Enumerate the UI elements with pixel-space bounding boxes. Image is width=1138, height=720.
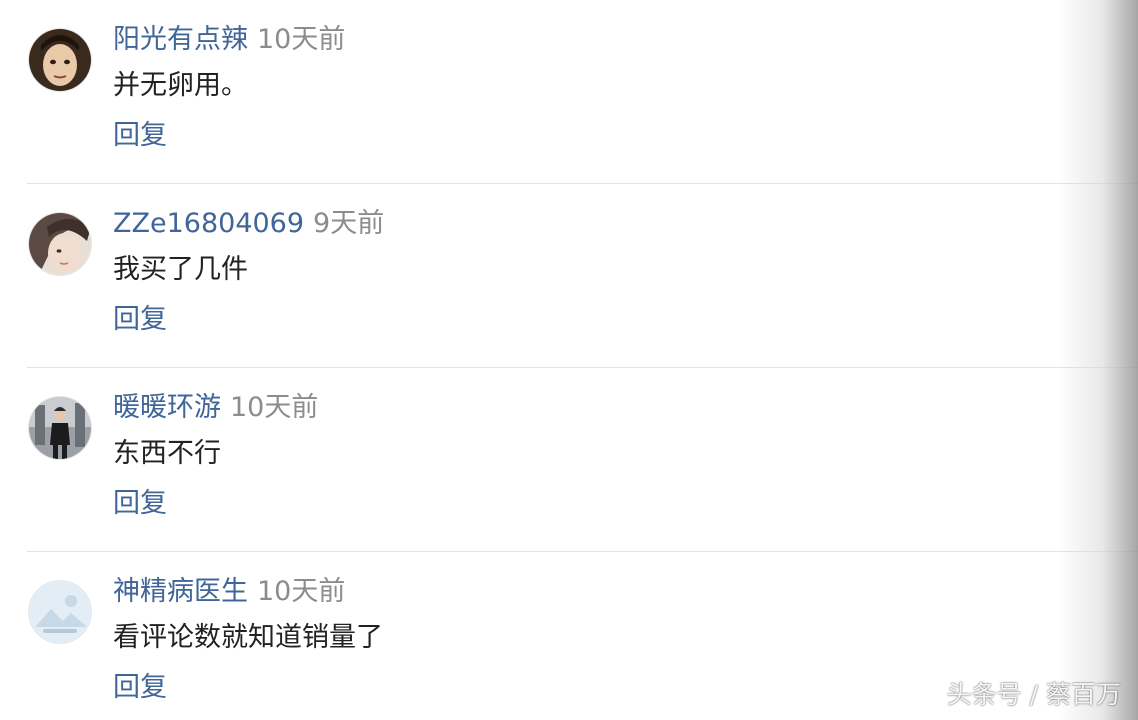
comment-text: 东西不行: [113, 438, 221, 469]
cartoon-face-avatar-icon: [29, 29, 91, 91]
username-link[interactable]: 暖暖环游: [113, 392, 221, 423]
avatar[interactable]: [29, 397, 91, 459]
watermark: 头条号 / 蔡百万: [946, 680, 1121, 709]
username-link[interactable]: 神精病医生: [113, 576, 248, 607]
comment-time: 10天前: [230, 392, 319, 423]
username-link[interactable]: 阳光有点辣: [113, 24, 248, 55]
comment-text: 看评论数就知道销量了: [113, 622, 383, 653]
comment-header: 暖暖环游 10天前: [113, 390, 318, 426]
comment-header: 神精病医生 10天前: [113, 574, 345, 610]
avatar[interactable]: [29, 581, 91, 643]
comment-header: 阳光有点辣 10天前: [113, 22, 345, 58]
comment-item: 阳光有点辣 10天前 并无卵用。 回复: [0, 0, 1138, 184]
avatar[interactable]: [29, 213, 91, 275]
comment-item: ZZe16804069 9天前 我买了几件 回复: [0, 184, 1138, 368]
comment-list: 阳光有点辣 10天前 并无卵用。 回复 ZZe16804069 9天前 我买了几件 …: [0, 0, 1138, 720]
reply-button[interactable]: 回复: [113, 486, 167, 522]
reply-button[interactable]: 回复: [113, 118, 167, 154]
reply-button[interactable]: 回复: [113, 670, 167, 706]
username-link[interactable]: ZZe16804069: [113, 208, 304, 239]
reply-button[interactable]: 回复: [113, 302, 167, 338]
comment-header: ZZe16804069 9天前: [113, 206, 384, 242]
comment-text: 并无卵用。: [113, 70, 248, 101]
comment-text: 我买了几件: [113, 254, 248, 285]
portrait-photo-avatar-icon: [29, 213, 91, 275]
standing-person-avatar-icon: [29, 397, 91, 459]
default-image-avatar-icon: [29, 581, 91, 643]
comment-time: 9天前: [313, 208, 385, 239]
comment-time: 10天前: [257, 576, 346, 607]
comment-time: 10天前: [257, 24, 346, 55]
avatar[interactable]: [29, 29, 91, 91]
comment-item: 暖暖环游 10天前 东西不行 回复: [0, 368, 1138, 552]
